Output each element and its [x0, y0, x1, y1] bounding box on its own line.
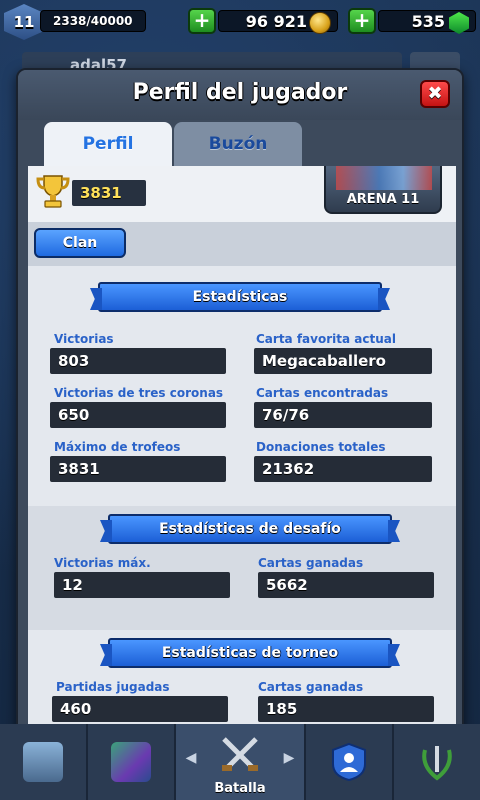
nav-social[interactable] — [306, 724, 395, 800]
stat-value-cards-found: 76/76 — [254, 402, 432, 428]
nav-shop[interactable] — [0, 724, 88, 800]
stat-value-challenge-cards-won: 5662 — [258, 572, 434, 598]
nav-cards[interactable] — [88, 724, 176, 800]
challenge-section: Estadísticas de desafío Victorias máx. 1… — [28, 506, 456, 630]
stat-value-max-wins: 12 — [54, 572, 230, 598]
buy-gold-button[interactable]: + — [188, 8, 216, 34]
stat-value-total-donations: 21362 — [254, 456, 432, 482]
stat-label-tournament-cards-won: Cartas ganadas — [258, 680, 364, 694]
level-badge: 11 — [4, 4, 44, 40]
stat-value-tournament-cards-won: 185 — [258, 696, 434, 722]
gems-amount: 535 — [411, 11, 445, 31]
tab-inbox[interactable]: Buzón — [174, 122, 302, 166]
stat-label-favorite-card: Carta favorita actual — [256, 332, 396, 346]
clan-row: Clan — [28, 222, 456, 266]
xp-bar: 2338/40000 — [40, 10, 146, 32]
challenge-banner: Estadísticas de desafío — [108, 514, 392, 544]
modal-tabs: Perfil Buzón — [44, 122, 302, 166]
modal-header: Perfil del jugador ✖ — [18, 70, 462, 120]
clan-button[interactable]: Clan — [34, 228, 126, 258]
stat-label-matches-played: Partidas jugadas — [56, 680, 170, 694]
tournament-banner: Estadísticas de torneo — [108, 638, 392, 668]
shop-icon — [22, 742, 63, 782]
bottom-nav: ◀ ▶ Batalla — [0, 724, 480, 800]
stat-label-max-trophies: Máximo de trofeos — [54, 440, 181, 454]
trophy-row: 3831 ARENA 11 — [28, 166, 456, 222]
arena-label: ARENA 11 — [346, 192, 420, 207]
nav-left-arrow[interactable]: ◀ — [186, 750, 197, 766]
stat-label-challenge-cards-won: Cartas ganadas — [258, 556, 364, 570]
stat-value-three-crown-wins: 650 — [50, 402, 226, 428]
modal-title: Perfil del jugador — [132, 80, 348, 105]
stat-value-favorite-card: Megacaballero — [254, 348, 432, 374]
gems-counter: 535 — [378, 10, 476, 34]
social-icon — [332, 742, 367, 782]
laurel-sword-icon — [422, 746, 452, 781]
stat-value-wins: 803 — [50, 348, 226, 374]
crossed-swords-icon — [221, 737, 258, 771]
nav-tournaments[interactable] — [394, 724, 480, 800]
stats-banner: Estadísticas — [98, 282, 382, 312]
gold-counter: 96 921 — [218, 10, 338, 34]
gold-amount: 96 921 — [245, 11, 307, 31]
tab-profile[interactable]: Perfil — [44, 122, 172, 166]
profile-content: 3831 ARENA 11 Clan Estadísticas Victoria… — [28, 166, 456, 738]
nav-battle[interactable]: ◀ ▶ Batalla — [175, 724, 307, 800]
stats-section: Estadísticas Victorias 803 Victorias de … — [28, 266, 456, 506]
stat-label-max-wins: Victorias máx. — [54, 556, 151, 570]
buy-gems-button[interactable]: + — [348, 8, 376, 34]
stat-label-total-donations: Donaciones totales — [256, 440, 386, 454]
gold-coin-icon — [309, 12, 331, 34]
stat-value-matches-played: 460 — [52, 696, 228, 722]
stat-value-max-trophies: 3831 — [50, 456, 226, 482]
close-button[interactable]: ✖ — [420, 80, 450, 108]
tournament-section: Estadísticas de torneo Partidas jugadas … — [28, 630, 456, 738]
trophy-count: 3831 — [72, 180, 146, 206]
top-hud: 11 2338/40000 + 96 921 + 535 — [0, 0, 480, 48]
nav-right-arrow[interactable]: ▶ — [284, 750, 295, 766]
stat-label-three-crown-wins: Victorias de tres coronas — [54, 386, 224, 400]
gem-icon — [449, 12, 469, 34]
arena-card[interactable]: ARENA 11 — [324, 166, 442, 214]
cards-icon — [110, 742, 151, 782]
stat-label-wins: Victorias — [54, 332, 114, 346]
stat-label-cards-found: Cartas encontradas — [256, 386, 389, 400]
player-profile-modal: Perfil del jugador ✖ Perfil Buzón 3831 A… — [16, 68, 464, 746]
arena-image — [336, 166, 432, 190]
nav-battle-label: Batalla — [214, 781, 266, 796]
trophy-icon — [36, 175, 70, 208]
